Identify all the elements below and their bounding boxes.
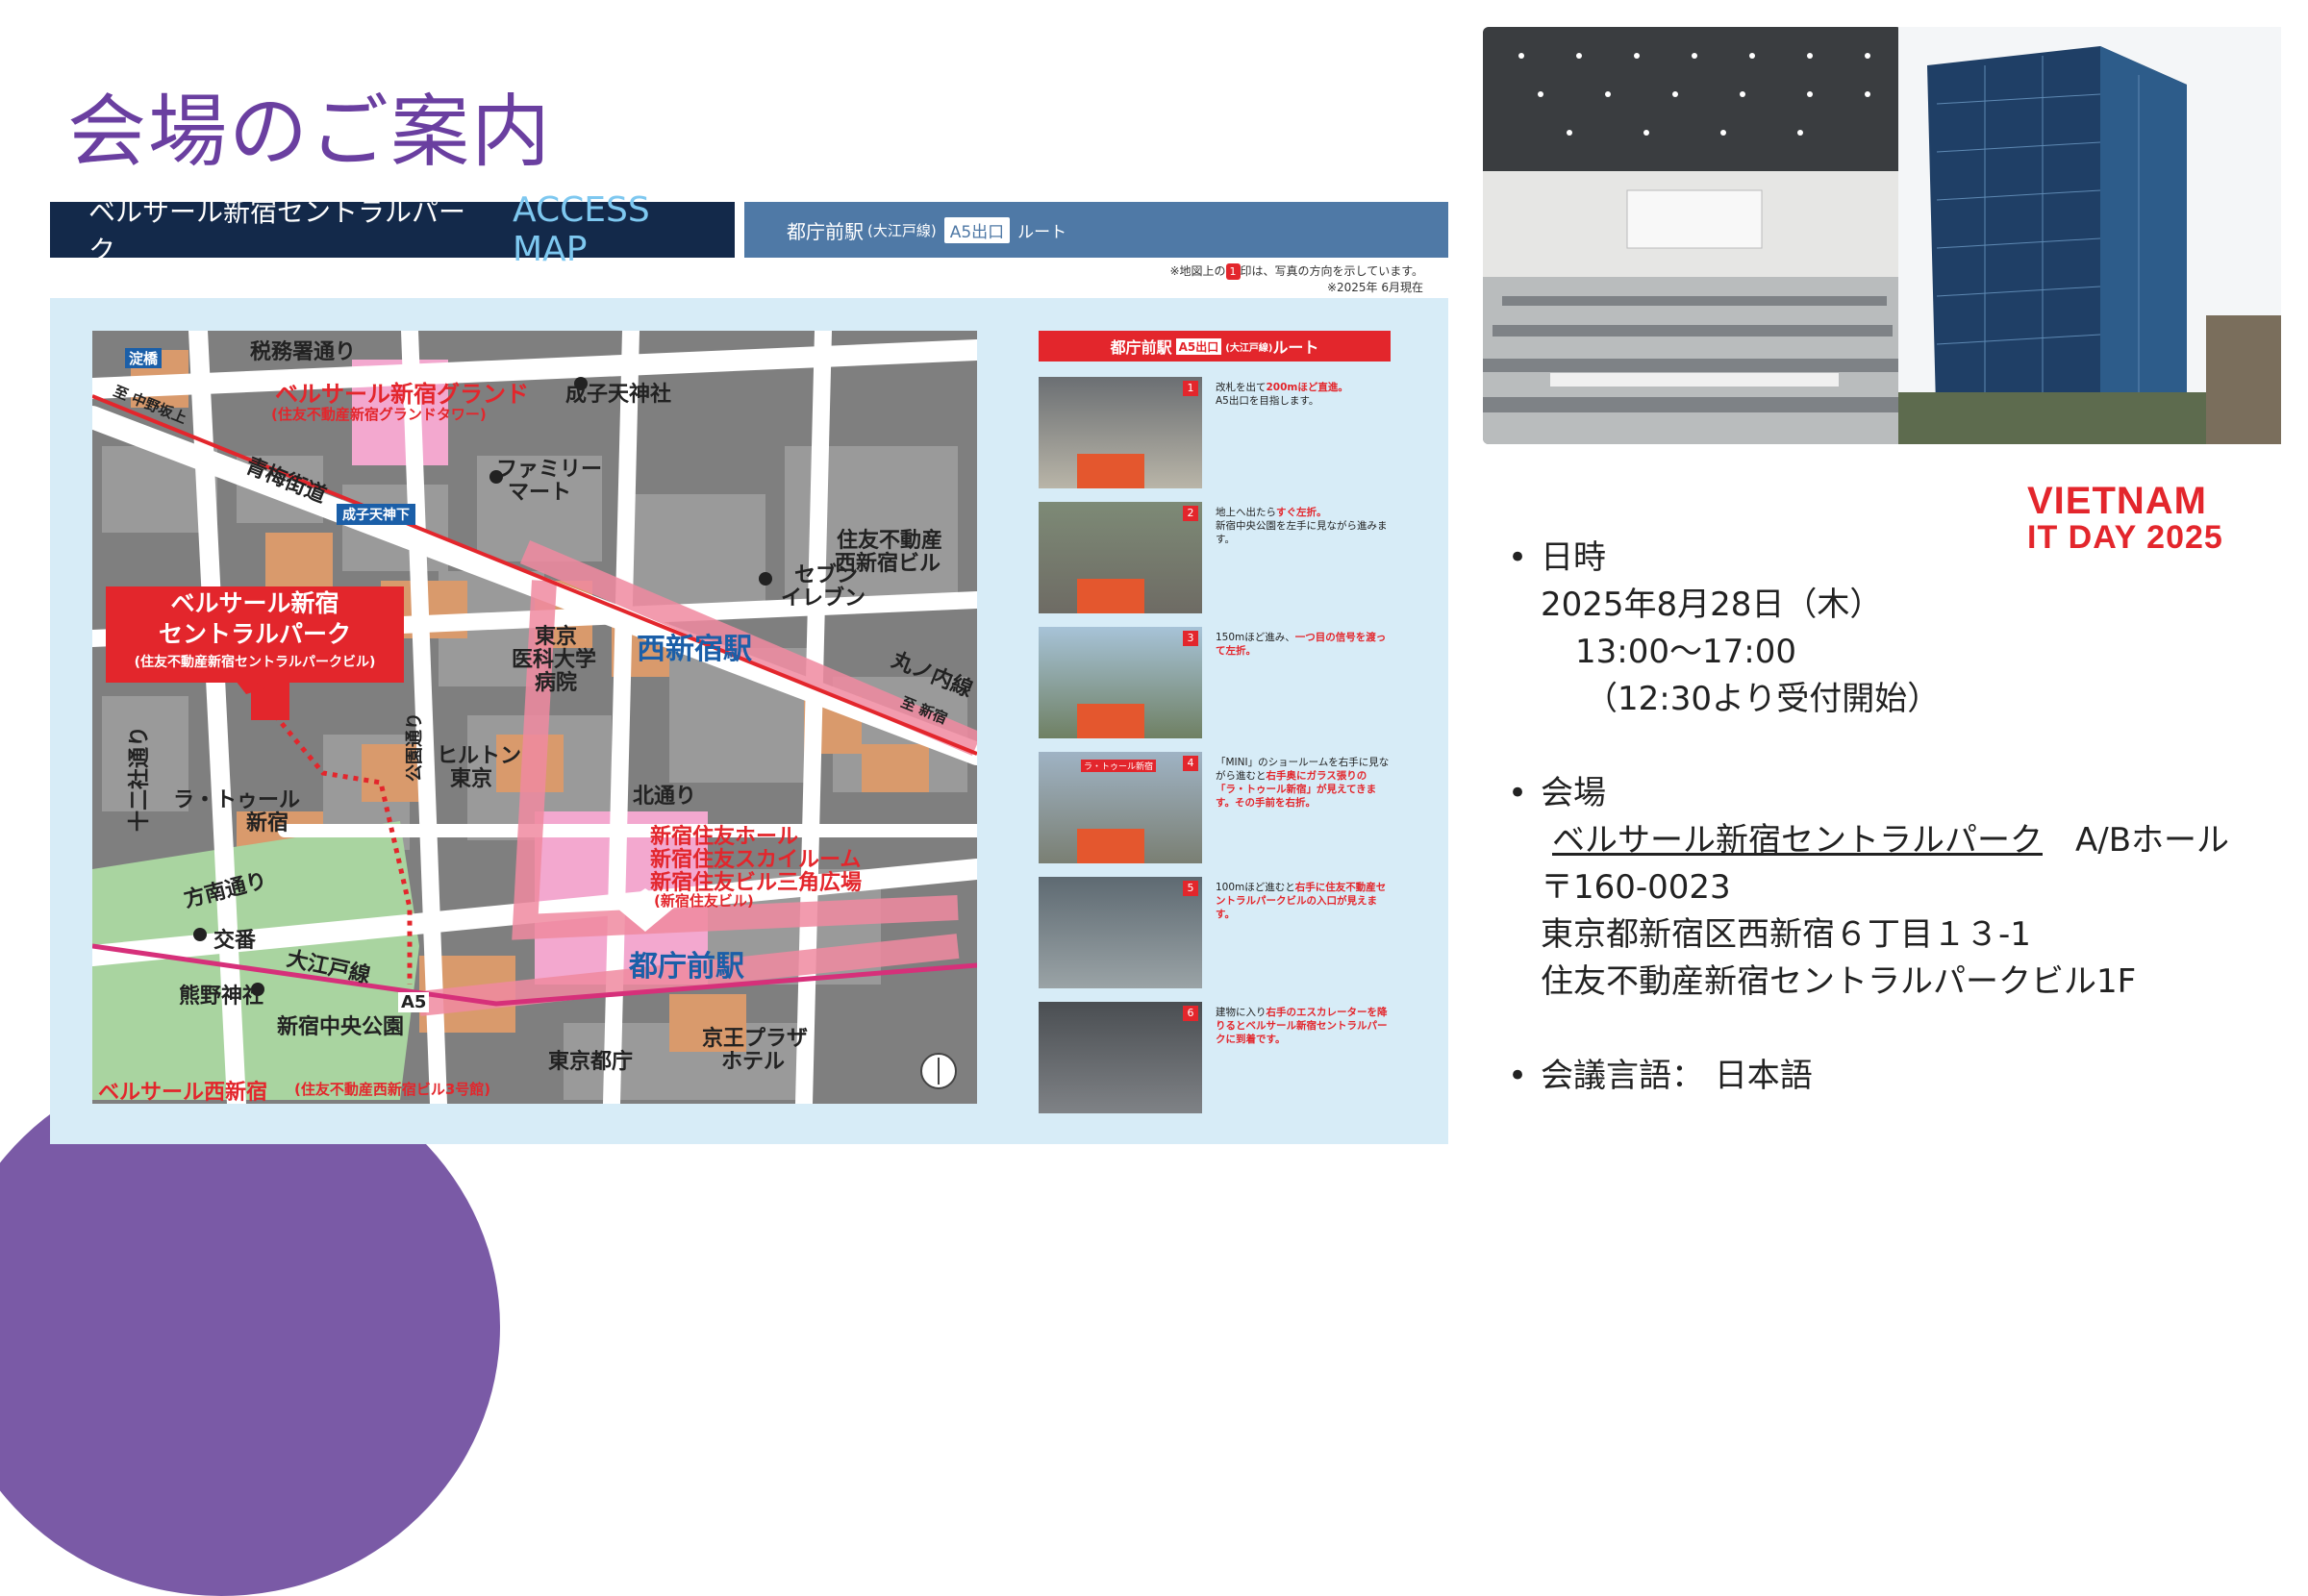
step-number: 5 [1183, 881, 1198, 896]
map-label-tochomae-station: 都庁前駅 [629, 950, 744, 984]
map-label-hilton2: 東京 [450, 767, 493, 791]
info-language-line: 会議言語： 日本語 [1508, 1053, 2229, 1100]
map-label-latour2: 新宿 [246, 811, 289, 835]
page-title: 会場のご案内 [67, 87, 553, 178]
route-step-1: 1 改札を出て200mほど直進。 A5出口を目指します。 [1039, 377, 1391, 488]
route-step-photo: ラ・トゥール新宿 4 [1039, 752, 1202, 863]
route-step-3: 3 150mほど進み、一つ目の信号を渡って左折。 [1039, 627, 1391, 738]
info-venue-hall: A/Bホール [2075, 821, 2230, 860]
map-label-koban: 交番 [213, 929, 257, 953]
map-label-yodobashi: 淀橋 [125, 348, 163, 368]
step-number: 6 [1183, 1006, 1198, 1021]
map-label-koen: 公園通り [405, 712, 425, 782]
route-step-photo: 3 [1039, 627, 1202, 738]
map-label-zeimusho: 税務署通り [250, 340, 357, 364]
map-label-tocho: 東京都庁 [548, 1050, 634, 1074]
route-step-5: 5 100mほど進むと右手に住友不動産セントラルパークビルの入口が見えます。 [1039, 877, 1391, 988]
route-step-text: 150mほど進み、一つ目の信号を渡って左折。 [1216, 632, 1387, 657]
building-photo [1898, 27, 2281, 444]
hall-photo [1483, 27, 1902, 444]
event-info: 日時 2025年8月28日（木） 13:00～17:00 （12:30より受付開… [1508, 535, 2229, 1100]
route-header-line: (大江戸線) [1225, 342, 1273, 354]
access-map-label: ACCESS MAP [513, 190, 650, 269]
route-step-text: 建物に入り右手のエスカレーターを降りるとベルサール新宿セントラルパークに到着です… [1216, 1007, 1388, 1045]
info-language: 日本語 [1714, 1057, 1813, 1095]
map-label-a5: A5 [398, 992, 430, 1012]
route-step4-tag: ラ・トゥール新宿 [1081, 760, 1157, 772]
route-step-text: 「MINI」のショールームを右手に見ながら進むと右手奥にガラス張りの「ラ・トゥー… [1216, 757, 1390, 809]
info-date-heading: 日時 [1508, 535, 2229, 582]
map-label-juniso: 十二社通り [128, 725, 153, 833]
exit-badge: A5出口 [943, 216, 1011, 243]
map-label-grand-sub: (住友不動産新宿グランドタワー) [271, 406, 487, 423]
route-step-text: 改札を出て200mほど直進。 A5出口を目指します。 [1216, 382, 1348, 407]
info-building: 住友不動産新宿セントラルパークビル1F [1541, 962, 2137, 1001]
info-venue-heading: 会場 [1508, 770, 2229, 817]
route-step-text: 100mほど進むと右手に住友不動産セントラルパークビルの入口が見えます。 [1216, 882, 1387, 920]
line-label: (大江戸線) [867, 221, 937, 239]
map-label-keio2: ホテル [721, 1050, 786, 1074]
route-step-4: ラ・トゥール新宿 4 「MINI」のショールームを右手に見ながら進むと右手奥にガ… [1039, 752, 1391, 863]
route-step-photo: 1 [1039, 377, 1202, 488]
info-date: 2025年8月28日（木） [1541, 586, 1883, 624]
route-step-text: 地上へ出たらすぐ左折。 新宿中央公園を左手に見ながら進みます。 [1216, 507, 1388, 545]
map-label-nishishinjuku-station: 西新宿駅 [637, 633, 752, 666]
access-map: 淀橋 税務署通り 至 中野坂上 ベルサール新宿グランド (住友不動産新宿グランド… [92, 331, 977, 1104]
map-label-naruko-signal: 成子天神下 [337, 504, 415, 525]
callout-line2: セントラルパーク [158, 620, 351, 648]
route-header: 都庁前駅 A5出口 (大江戸線) ルート [1039, 331, 1391, 362]
route-step-6: 6 建物に入り右手のエスカレーターを降りるとベルサール新宿セントラルパークに到着… [1039, 1002, 1391, 1113]
info-address: 東京都新宿区西新宿６丁目１３-1 [1541, 915, 2031, 954]
callout-line1: ベルサール新宿 [170, 589, 339, 617]
map-label-tokyo-med3: 病院 [535, 671, 578, 695]
info-language-heading: 会議言語： [1541, 1057, 1704, 1095]
step-number: 3 [1183, 631, 1198, 646]
info-venue-name-link[interactable]: ベルサール新宿セントラルパーク [1508, 821, 2043, 860]
route-step-2: 2 地上へ出たらすぐ左折。 新宿中央公園を左手に見ながら進みます。 [1039, 502, 1391, 613]
info-time: 13:00～17:00 [1575, 633, 1796, 671]
note-date: ※2025年 6月現在 [1326, 281, 1423, 294]
info-reception: （12:30より受付開始） [1585, 680, 1941, 718]
logo-line1: VIETNAM [2027, 480, 2207, 522]
map-label-narukotenjinja: 成子天神社 [565, 383, 672, 407]
callout-sub: (住友不動産新宿セントラルパークビル) [134, 655, 376, 670]
route-step-photo: 5 [1039, 877, 1202, 988]
step-number: 2 [1183, 506, 1198, 521]
map-label-nishishinjuku-bell-sub: (住友不動産西新宿ビル3号館) [294, 1081, 491, 1098]
map-label-sumitomo-sub: (新宿住友ビル) [654, 892, 754, 910]
station-label: 都庁前駅 [787, 219, 864, 243]
route-header-route: ルート [1272, 338, 1319, 357]
access-map-panel: 淀橋 税務署通り 至 中野坂上 ベルサール新宿グランド (住友不動産新宿グランド… [50, 298, 1448, 1144]
access-map-title-bar: ベルサール新宿セントラルパーク ACCESS MAP [50, 190, 735, 269]
route-step-photo: 2 [1039, 502, 1202, 613]
note-prefix: ※地図上の [1169, 264, 1226, 278]
route-step-photo: 6 [1039, 1002, 1202, 1113]
route-header-exit: A5出口 [1175, 337, 1222, 355]
note-suffix: 印は、写真の方向を示しています。 [1240, 264, 1423, 278]
route-label: ルート [1017, 222, 1067, 242]
step-number: 1 [1183, 381, 1198, 396]
route-guide: 都庁前駅 A5出口 (大江戸線) ルート 1 改札を出て200mほど直進。 A5出… [1039, 331, 1391, 1119]
map-label-chuo-koen: 新宿中央公園 [277, 1015, 405, 1039]
venue-callout: ベルサール新宿 セントラルパーク (住友不動産新宿セントラルパークビル) [106, 586, 404, 683]
info-venue-line: ベルサール新宿セントラルパーク A/Bホール [1508, 817, 2229, 864]
step-number: 4 [1183, 756, 1198, 771]
route-title-bar: 都庁前駅 (大江戸線) A5出口 ルート [744, 202, 1448, 258]
map-label-seven2: イレブン [781, 586, 866, 611]
map-label-kumano: 熊野神社 [179, 985, 264, 1009]
info-postal: 〒160-0023 [1541, 868, 1731, 907]
map-label-kita: 北通り [633, 785, 697, 809]
note-badge: 1 [1225, 263, 1241, 280]
map-notes: ※地図上の 1 印は、写真の方向を示しています。 ※2025年 6月現在 [1169, 263, 1423, 296]
venue-name-label: ベルサール新宿セントラルパーク [88, 196, 466, 266]
route-header-station: 都庁前駅 [1110, 338, 1172, 357]
map-label-family2: マート [508, 481, 572, 505]
map-label-nishishinjuku-bell: ベルサール西新宿 [98, 1081, 268, 1104]
